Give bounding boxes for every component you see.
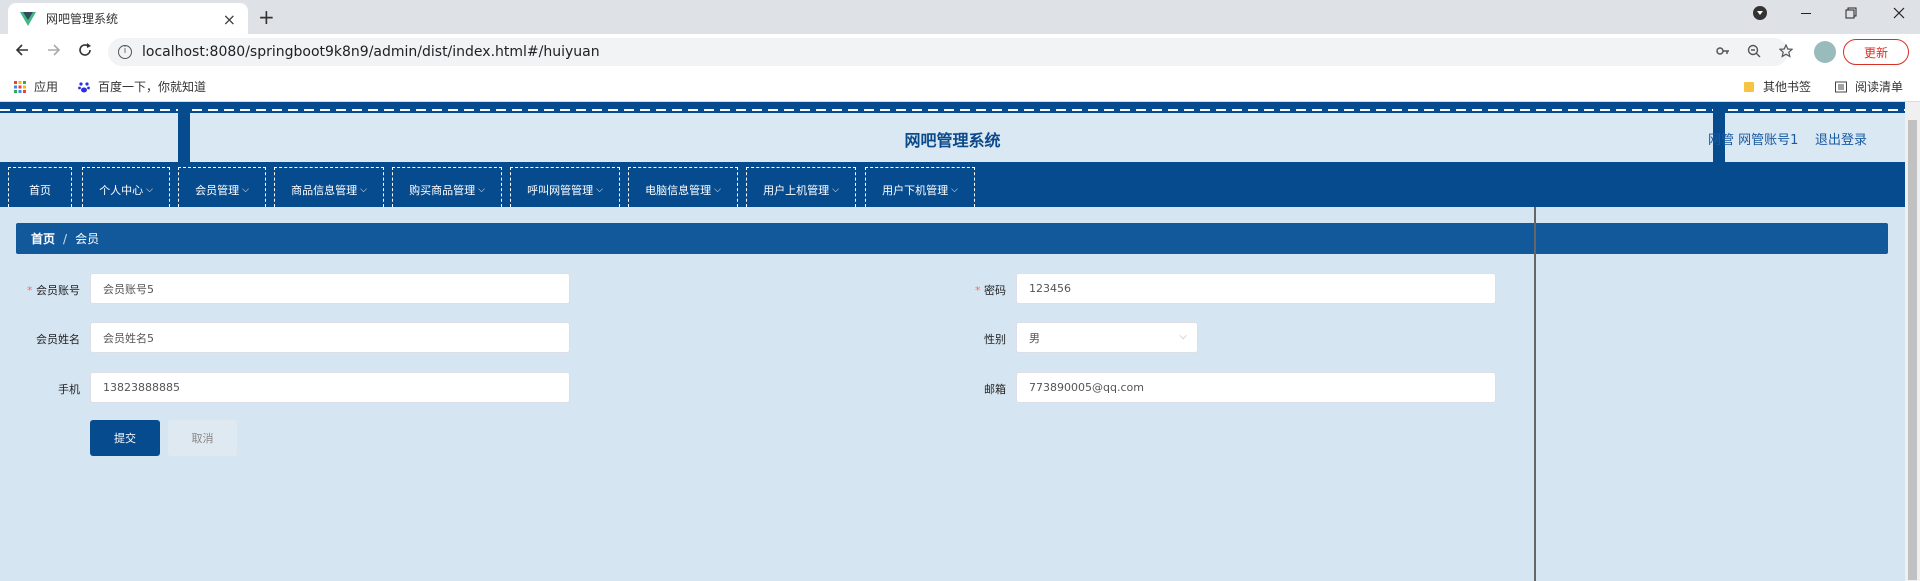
divider [1534, 207, 1536, 581]
menu-member-management[interactable]: 会员管理 ⌵ [178, 167, 266, 207]
phone-value: 13823888885 [103, 381, 180, 394]
chevron-down-icon: ⌵ [360, 184, 367, 195]
name-label: 会员姓名 [36, 333, 80, 346]
account-name: 网管 网管账号1 [1708, 133, 1799, 148]
breadcrumb-separator: / [63, 231, 68, 246]
chevron-down-icon: ⌵ [242, 184, 249, 195]
breadcrumb: 首页 / 会员 [16, 223, 1888, 254]
menu-purchase-label: 购买商品管理 [409, 183, 476, 197]
menu-personal-center[interactable]: 个人中心 ⌵ [82, 167, 170, 207]
menu-home-label: 首页 [29, 183, 51, 197]
address-bar-row: i localhost:8080/springboot9k8n9/admin/d… [0, 34, 1920, 70]
menu-user-logout[interactable]: 用户下机管理 ⌵ [865, 167, 975, 207]
forward-icon[interactable] [46, 42, 62, 62]
cancel-button[interactable]: 取消 [168, 420, 237, 456]
scrollbar-thumb[interactable] [1908, 120, 1917, 580]
close-tab-icon[interactable]: × [223, 10, 236, 29]
password-field[interactable]: 123456 [1016, 273, 1496, 304]
phone-label: 手机 [58, 383, 80, 396]
scrollbar[interactable] [1905, 102, 1920, 581]
bookmark-reading-label: 阅读清单 [1855, 80, 1904, 94]
vue-logo-icon [20, 11, 36, 26]
bookmark-other-label: 其他书签 [1763, 80, 1812, 94]
main-menu: 首页 个人中心 ⌵ 会员管理 ⌵ 商品信息管理 ⌵ 购买商品管理 ⌵ 呼叫网管管理 ⌵ 电… [0, 162, 1905, 207]
url-text: localhost:8080/springboot9k8n9/admin/dis… [142, 44, 600, 60]
menu-computer-info-label: 电脑信息管理 [645, 183, 712, 197]
chevron-down-icon: ⌵ [714, 184, 721, 195]
apps-grid-icon [14, 80, 26, 93]
menu-user-login-label: 用户上机管理 [763, 183, 830, 197]
reload-icon[interactable] [77, 42, 93, 62]
app-header: 网吧管理系统 网管 网管账号1 退出登录 [0, 102, 1905, 170]
key-icon[interactable] [1716, 44, 1730, 62]
bookmark-reading-list[interactable]: 阅读清单 [1835, 78, 1903, 95]
menu-product-info-label: 商品信息管理 [291, 183, 358, 197]
menu-purchase[interactable]: 购买商品管理 ⌵ [392, 167, 502, 207]
baidu-paw-icon [78, 81, 90, 92]
profile-menu-icon[interactable] [1753, 6, 1767, 24]
phone-field[interactable]: 13823888885 [90, 372, 570, 403]
zoom-icon[interactable] [1747, 44, 1761, 62]
new-tab-icon[interactable]: + [258, 5, 275, 29]
site-info-icon[interactable]: i [118, 45, 132, 59]
gender-value: 男 [1029, 331, 1040, 345]
submit-button[interactable]: 提交 [90, 420, 160, 456]
chevron-down-icon: ⌵ [478, 184, 485, 195]
account-label: 会员账号 [10, 282, 80, 298]
minimize-icon[interactable] [1800, 6, 1812, 24]
menu-user-login[interactable]: 用户上机管理 ⌵ [746, 167, 856, 207]
logout-link[interactable]: 退出登录 [1815, 129, 1867, 148]
email-field[interactable]: 773890005@qq.com [1016, 372, 1496, 403]
bookmark-baidu[interactable]: 百度一下，你就知道 [78, 78, 206, 95]
email-label: 邮箱 [984, 383, 1006, 396]
menu-personal-center-label: 个人中心 [99, 183, 144, 197]
chevron-down-icon: ⌵ [1179, 331, 1187, 342]
reading-list-icon [1835, 81, 1847, 92]
update-button[interactable]: 更新 [1843, 39, 1909, 65]
bookmarks-bar: 应用 百度一下，你就知道 其他书签 阅读清单 [0, 70, 1920, 102]
url-input[interactable]: i localhost:8080/springboot9k8n9/admin/d… [108, 38, 1788, 66]
tab-title: 网吧管理系统 [46, 12, 119, 26]
folder-icon [1744, 81, 1754, 92]
bookmark-apps[interactable]: 应用 [14, 78, 58, 95]
browser-tab-bar: 网吧管理系统 × + [0, 0, 1920, 34]
bookmark-baidu-label: 百度一下，你就知道 [98, 80, 207, 94]
email-value: 773890005@qq.com [1029, 381, 1144, 394]
name-value: 会员姓名5 [103, 331, 154, 345]
breadcrumb-current: 会员 [75, 232, 100, 246]
browser-tab[interactable]: 网吧管理系统 × [8, 3, 248, 34]
account-value: 会员账号5 [103, 282, 154, 296]
header-border-top [0, 107, 1905, 113]
menu-computer-info[interactable]: 电脑信息管理 ⌵ [628, 167, 738, 207]
close-window-icon[interactable] [1893, 6, 1905, 24]
gender-select[interactable]: 男 ⌵ [1016, 322, 1198, 353]
avatar[interactable] [1814, 41, 1836, 63]
page-title: 网吧管理系统 [904, 131, 1001, 150]
bookmark-apps-label: 应用 [34, 80, 59, 94]
account-field[interactable]: 会员账号5 [90, 273, 570, 304]
chevron-down-icon: ⌵ [596, 184, 603, 195]
gender-label: 性别 [984, 333, 1006, 346]
menu-call-admin[interactable]: 呼叫网管管理 ⌵ [510, 167, 620, 207]
menu-home[interactable]: 首页 [8, 167, 72, 207]
chevron-down-icon: ⌵ [146, 184, 153, 195]
breadcrumb-home[interactable]: 首页 [31, 230, 55, 247]
password-value: 123456 [1029, 282, 1071, 295]
chevron-down-icon: ⌵ [951, 184, 958, 195]
menu-call-admin-label: 呼叫网管管理 [527, 183, 594, 197]
menu-member-management-label: 会员管理 [195, 183, 240, 197]
menu-user-logout-label: 用户下机管理 [882, 183, 949, 197]
menu-product-info[interactable]: 商品信息管理 ⌵ [274, 167, 384, 207]
restore-icon[interactable] [1845, 6, 1857, 24]
back-icon[interactable] [14, 42, 30, 62]
star-icon[interactable] [1778, 43, 1794, 62]
name-field[interactable]: 会员姓名5 [90, 322, 570, 353]
chevron-down-icon: ⌵ [832, 184, 839, 195]
bookmark-other[interactable]: 其他书签 [1743, 78, 1811, 95]
password-label: 密码 [936, 282, 1006, 298]
